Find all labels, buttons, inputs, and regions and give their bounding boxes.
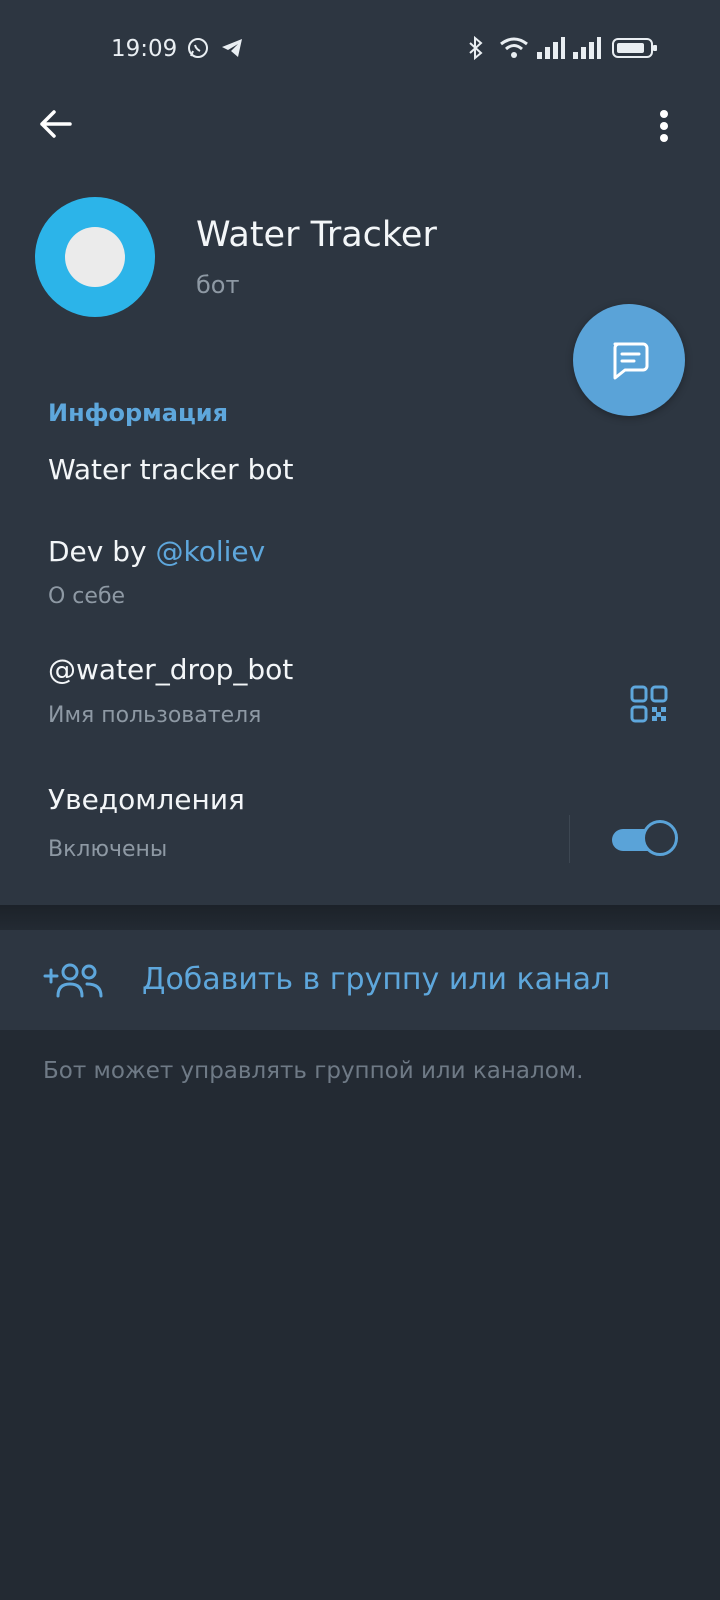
notifications-state: Включены <box>48 837 168 862</box>
notifications-toggle[interactable] <box>612 820 680 858</box>
add-user-group-icon <box>43 963 103 998</box>
battery-icon <box>612 36 658 64</box>
toggle-knob <box>642 820 678 856</box>
about-label: О себе <box>48 584 126 609</box>
whatsapp-icon <box>186 36 210 64</box>
qr-code-icon <box>630 685 668 723</box>
add-to-group-button[interactable]: Добавить в группу или канал <box>0 930 720 1030</box>
add-to-group-label: Добавить в группу или канал <box>142 962 611 997</box>
username-label: Имя пользователя <box>48 703 262 728</box>
about-text: Dev by @koliev <box>48 535 265 568</box>
message-button[interactable] <box>573 304 685 416</box>
profile-subtitle: бот <box>196 271 240 299</box>
username-value[interactable]: @water_drop_bot <box>48 653 293 686</box>
developer-link[interactable]: @koliev <box>156 535 266 568</box>
signal-icon <box>572 36 602 64</box>
status-bar: 19:09 <box>0 0 720 96</box>
bot-description: Water tracker bot <box>48 453 294 486</box>
profile-name: Water Tracker <box>196 215 437 255</box>
section-separator <box>0 905 720 930</box>
bluetooth-icon <box>466 35 486 64</box>
more-menu-button[interactable] <box>656 106 672 146</box>
message-icon <box>613 342 649 380</box>
more-vertical-icon <box>660 110 668 142</box>
avatar-image <box>65 227 125 287</box>
back-button[interactable] <box>36 104 76 144</box>
about-prefix: Dev by <box>48 535 156 568</box>
arrow-left-icon <box>40 110 72 138</box>
wifi-icon <box>499 36 529 64</box>
divider <box>569 815 570 863</box>
section-title: Информация <box>48 399 228 427</box>
signal-icon <box>536 36 566 64</box>
status-time: 19:09 <box>111 36 178 62</box>
notifications-label[interactable]: Уведомления <box>48 783 245 816</box>
info-section: Информация Water tracker bot Dev by @kol… <box>0 355 720 905</box>
avatar[interactable] <box>35 197 155 317</box>
info-note: Бот может управлять группой или каналом. <box>43 1058 584 1084</box>
telegram-icon <box>220 36 244 64</box>
qr-code-button[interactable] <box>630 685 668 723</box>
